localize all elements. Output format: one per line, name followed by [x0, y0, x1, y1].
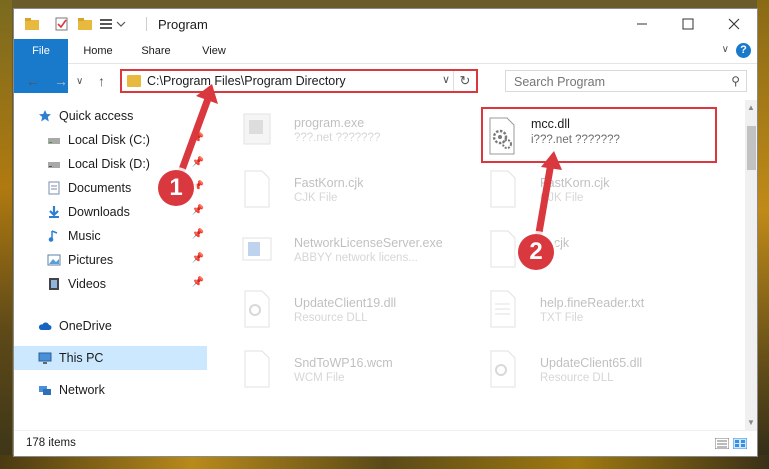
step-badge-2: 2 [518, 234, 554, 270]
step-badge-1: 1 [158, 170, 194, 206]
annotation-arrows [172, 84, 562, 254]
arrow-2-head [541, 151, 562, 170]
